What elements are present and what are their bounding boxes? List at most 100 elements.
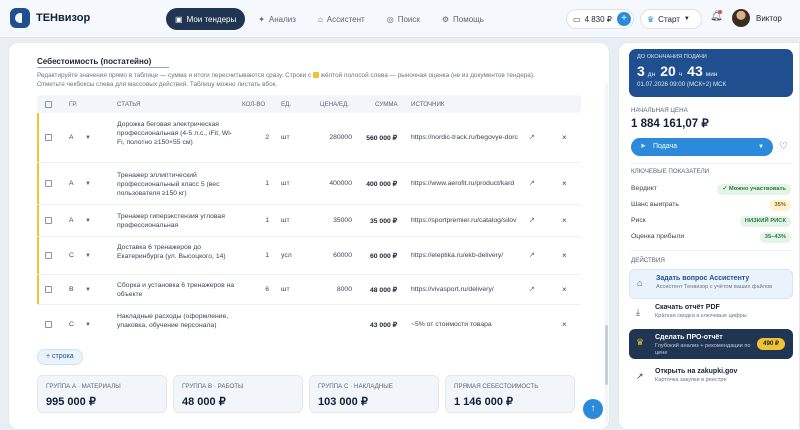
header-group[interactable]: ГР. [69,101,77,108]
external-link-icon[interactable]: ↗ [529,251,535,259]
nav-analysis[interactable]: ✦ Анализ [249,8,305,30]
price-field[interactable]: 35000 [312,217,352,224]
delete-row-icon[interactable]: × [562,179,567,188]
source-note[interactable]: ~5% от стоимости товара [411,321,523,328]
qty-field[interactable]: 2 [249,134,269,141]
chevron-down-icon[interactable]: ▼ [85,135,91,141]
external-link-icon[interactable]: ↗ [529,216,535,224]
header-unit[interactable]: Ед. [281,101,291,108]
plan-badge[interactable]: ♛ Старт ▼ [640,9,702,29]
external-link-icon[interactable]: ↗ [529,179,535,187]
header-item[interactable]: Статья [117,101,141,108]
table-row: А ▼ Тренажер гиперэкстензия угловая проф… [37,205,581,237]
item-name[interactable]: Доставка 6 тренажеров до Екатеринбурга (… [117,243,239,261]
chevron-down-icon[interactable]: ▼ [758,138,764,156]
unit-field[interactable]: шт [281,286,290,293]
start-price-value: 1 884 161,07 ₽ [631,118,709,130]
section-title: Себестоимость (постатейно) [37,57,152,66]
unit-field[interactable]: шт [281,134,290,141]
group-select[interactable]: А [69,134,74,141]
select-all-checkbox[interactable] [45,101,52,108]
pro-report-button[interactable]: ♛ Сделать ПРО-отчёт Глубокий анализ + ре… [629,329,793,359]
price-field[interactable]: 280000 [312,134,352,141]
nav-assistant[interactable]: ⌂ Ассистент [309,8,374,30]
header-qty[interactable]: Кол-во [242,101,265,108]
source-field[interactable]: https://vivasport.ru/delivery/ [411,286,523,293]
source-field[interactable]: https://sportpremier.ru/catalog/silov [411,217,523,224]
row-checkbox[interactable] [45,217,52,224]
qty-field[interactable]: 1 [249,217,269,224]
user-menu[interactable]: Виктор [732,9,782,27]
external-link-icon[interactable]: ↗ [529,133,535,141]
crown-icon: ♛ [636,337,645,347]
chevron-down-icon[interactable]: ▼ [85,253,91,259]
nav-search[interactable]: ◎ Поиск [378,8,429,30]
item-name[interactable]: Тренажер гиперэкстензия угловая професси… [117,212,239,230]
chevron-down-icon[interactable]: ▼ [85,322,91,328]
download-pdf-button[interactable]: ⤓ Скачать отчёт PDF Краткая сводка и клю… [629,299,793,329]
unit-field[interactable]: усл [281,252,292,259]
nav-my-tenders[interactable]: ▣ Мои тендеры [166,8,246,30]
nav-help[interactable]: ⚙ Помощь [433,8,493,30]
item-name[interactable]: Тренажер эллиптический профессиональный … [117,171,239,198]
price-field[interactable]: 8000 [312,286,352,293]
chevron-down-icon[interactable]: ▼ [85,218,91,224]
price-field[interactable]: 400000 [312,180,352,187]
row-checkbox[interactable] [45,321,52,328]
total-label: Группа В · работы [182,383,244,390]
open-zakupki-button[interactable]: ↗ Открыть на zakupki.gov Карточка закупк… [629,363,793,393]
item-name[interactable]: Сборка и установка 6 тренажеров на объек… [117,281,239,299]
source-field[interactable]: https://www.aerofit.ru/product/kard [411,180,523,187]
ask-assistant-button[interactable]: ⌂ Задать вопрос Ассистенту Ассистент Тен… [629,269,793,299]
delete-row-icon[interactable]: × [562,133,567,142]
delete-row-icon[interactable]: × [562,251,567,260]
group-select[interactable]: А [69,217,74,224]
row-checkbox[interactable] [45,134,52,141]
unit-field[interactable]: шт [281,180,290,187]
row-sum: 400 000 ₽ [366,181,397,188]
price-field[interactable]: 60000 [312,252,352,259]
balance-widget[interactable]: ▭ 4 830 ₽ + [566,9,634,29]
delete-row-icon[interactable]: × [562,216,567,225]
add-row-button[interactable]: + строка [37,349,83,365]
total-card-direct-cost: Прямая себестоимость 1 146 000 ₽ [445,375,575,413]
row-checkbox[interactable] [45,180,52,187]
group-select[interactable]: С [69,252,74,259]
brand-name[interactable]: ТЕНвизор [36,12,90,24]
row-checkbox[interactable] [45,286,52,293]
scroll-up-button[interactable]: ↑ [583,399,603,419]
group-select[interactable]: А [69,180,74,187]
status-badge: 35% [769,200,791,211]
heart-icon[interactable]: ♡ [779,141,788,152]
balance-amount: 4 830 ₽ [584,14,612,24]
delete-row-icon[interactable]: × [562,320,567,329]
market-marker-swatch [312,72,319,78]
chevron-down-icon[interactable]: ▼ [85,181,91,187]
header-sum[interactable]: Сумма [375,101,398,108]
external-link-icon[interactable]: ↗ [529,285,535,293]
item-name[interactable]: Накладные расходы (оформление, упаковка,… [117,312,239,330]
logo-icon[interactable] [10,8,30,28]
header-source[interactable]: Источник [411,101,445,108]
group-select[interactable]: В [69,286,74,293]
unit-field[interactable]: шт [281,217,290,224]
scrollbar-thumb[interactable] [605,325,608,385]
delete-row-icon[interactable]: × [562,285,567,294]
source-field[interactable]: https://eleptika.ru/ekb-delivery/ [411,252,523,259]
qty-field[interactable]: 1 [249,180,269,187]
item-name[interactable]: Дорожка беговая электрическая профессион… [117,120,239,147]
group-select[interactable]: С [69,321,74,328]
qty-field[interactable]: 1 [249,252,269,259]
row-checkbox[interactable] [45,252,52,259]
row-sum: 48 000 ₽ [369,287,397,294]
chevron-down-icon[interactable]: ▼ [85,287,91,293]
source-field[interactable]: https://nordic-track.ru/begovye-dorc [411,134,523,141]
top-up-button[interactable]: + [617,12,631,26]
header-price[interactable]: Цена/ед. [320,101,349,108]
total-card-group-c: Группа С · накладные 103 000 ₽ [309,375,439,413]
user-name: Виктор [756,13,782,23]
submit-button[interactable]: ➤ Подача ▼ [631,138,773,156]
metric-risk: Риск НИЗКИЙ РИСК [631,216,791,229]
row-sum: 35 000 ₽ [369,218,397,225]
qty-field[interactable]: 6 [249,286,269,293]
